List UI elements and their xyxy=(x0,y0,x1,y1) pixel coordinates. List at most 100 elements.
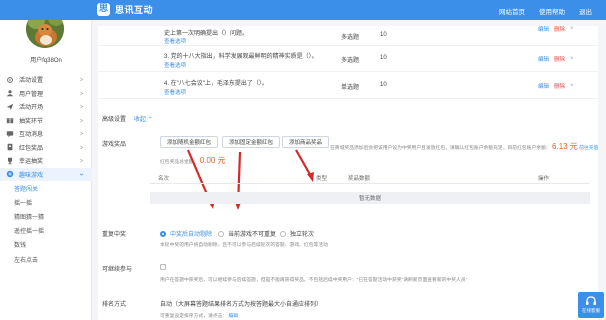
question-type: 多选题 xyxy=(341,35,360,41)
edit-link[interactable]: 编辑 xyxy=(538,82,549,90)
trophy-icon xyxy=(6,157,14,165)
view-options-link[interactable]: 查看选项 xyxy=(164,61,186,69)
sidebar-item-label: 互动消息 xyxy=(19,132,44,139)
view-options-link[interactable]: 查看选项 xyxy=(164,88,186,96)
sidebar-item-label: 抽奖环节 xyxy=(19,118,44,125)
prize-note-text: 在商城奖品添加后会把该用户设为中奖用户且发放红包，请确认红包账户余额充足，目前红… xyxy=(330,146,551,151)
close-icon[interactable]: × xyxy=(570,26,574,32)
question-score: 10 xyxy=(380,32,387,38)
sidebar-item-label: 红包奖品 xyxy=(19,145,44,152)
repeat-note: 本轮中奖的用户将自动剔除，且不可以参与后续轮次的答题、游戏、红包等活动 xyxy=(160,243,328,248)
sidebar-subitem-left-right-click[interactable]: 左右点击 xyxy=(0,252,92,266)
question-ops: 编辑 删除 × xyxy=(538,25,574,33)
add-fixed-redpack-button[interactable]: 添加固定金额红包 xyxy=(222,136,281,148)
question-ops: 编辑 删除 × xyxy=(538,82,574,90)
column-amount: 奖品数额 xyxy=(348,176,371,182)
column-rank: 名次 xyxy=(158,176,170,182)
chat-icon xyxy=(6,130,14,138)
sidebar-item-messages[interactable]: 互动消息 xyxy=(0,127,92,141)
sidebar-subitem-guess-image[interactable]: 猜图猜一猜 xyxy=(0,209,92,223)
sidebar-item-user-management[interactable]: 用户管理 xyxy=(0,87,92,101)
ranking-edit-link[interactable]: 编辑 xyxy=(229,314,239,319)
radio-label: 独立轮次 xyxy=(290,232,315,238)
sidebar-item-activity-settings[interactable]: 活动设置 xyxy=(0,73,92,87)
column-type: 类型 xyxy=(316,176,328,182)
brand-name: 思讯互动 xyxy=(115,5,154,15)
close-icon[interactable]: × xyxy=(570,83,574,89)
prize-label: 游戏奖品 xyxy=(102,142,127,148)
question-text: 4. 在"八七会议"上，毛泽东提出了（）。 xyxy=(164,81,268,87)
gift-icon xyxy=(6,116,14,124)
question-text: 3. 党的十八大指出，科学发展观最鲜明的精神实质是（）。 xyxy=(164,54,318,60)
sidebar-item-label: 幸运抽奖 xyxy=(19,159,44,166)
advanced-settings-label: 高级设置 xyxy=(102,117,127,123)
sidebar-item-lottery[interactable]: 抽奖环节 xyxy=(0,114,92,128)
question-row: 史上第一次明确提出（）问题。 查看选项 多选题 10 编辑 删除 × xyxy=(98,20,598,46)
add-random-redpack-button[interactable]: 添加随机金额红包 xyxy=(160,136,219,148)
close-icon[interactable]: × xyxy=(570,56,574,62)
top-links: 网站首页 使用帮助 退出 xyxy=(499,6,592,16)
chevron-right-icon xyxy=(80,158,83,163)
headset-icon xyxy=(586,296,596,305)
continue-participate-label: 可继续参与 xyxy=(102,267,133,273)
radio-auto-remove[interactable]: 中奖后自动剔除 xyxy=(160,229,212,238)
ranking-note-text: 可重复设定排序方式，请点击： xyxy=(160,314,228,319)
sidebar-subitem-shake[interactable]: 摇一摇 xyxy=(0,195,92,209)
home-link[interactable]: 网站首页 xyxy=(499,6,525,16)
sidebar-item-prizes[interactable]: 红包奖品 xyxy=(0,141,92,155)
question-type: 单选题 xyxy=(341,85,360,91)
sidebar-subitem-count-money[interactable]: 数钱 xyxy=(0,238,92,252)
sidebar-item-label: 活动开场 xyxy=(19,105,44,112)
username: 用户fq38On xyxy=(30,58,62,64)
radio-dot xyxy=(160,230,166,237)
send-icon xyxy=(6,103,14,111)
chevron-right-icon xyxy=(80,131,83,136)
delete-link[interactable]: 删除 xyxy=(554,55,565,63)
radio-independent-round[interactable]: 独立轮次 xyxy=(280,229,314,238)
top-header: 思 思讯互动 网站首页 使用帮助 退出 xyxy=(0,0,606,20)
radio-no-repeat[interactable]: 当前游戏不可重复 xyxy=(218,229,276,238)
sidebar-item-opening[interactable]: 活动开场 xyxy=(0,100,92,114)
repeat-prize-label: 重复中奖 xyxy=(102,232,127,238)
sidebar-subitem-quiz[interactable]: 答题闯关 xyxy=(0,181,92,195)
question-row: 3. 党的十八大指出，科学发展观最鲜明的精神实质是（）。 查看选项 多选题 10… xyxy=(98,46,598,72)
column-actions: 操作 xyxy=(538,176,550,182)
main-panel: 史上第一次明确提出（）问题。 查看选项 多选题 10 编辑 删除 × 3. 党的… xyxy=(98,26,598,320)
view-options-link[interactable]: 查看选项 xyxy=(164,37,186,45)
collapse-label: 收起 xyxy=(134,117,147,123)
logout-link[interactable]: 退出 xyxy=(579,6,592,16)
user-icon xyxy=(6,89,14,97)
ranking-note: 可重复设定排序方式，请点击： 编辑 xyxy=(160,312,238,319)
sidebar-item-lucky-draw[interactable]: 幸运抽奖 xyxy=(0,154,92,168)
delete-link[interactable]: 删除 xyxy=(554,82,565,90)
question-ops: 编辑 删除 × xyxy=(538,55,574,63)
sidebar-item-games[interactable]: 趣味游戏 xyxy=(0,167,92,181)
sidebar-menu: 活动设置 用户管理 活动开场 抽奖环节 互动消息 红包奖品 幸运抽奖 趣味游戏 … xyxy=(0,73,92,266)
prize-table-header: 名次 类型 奖品数额 操作 xyxy=(150,172,590,184)
online-service-button[interactable]: 在线客服 xyxy=(578,292,604,318)
edit-link[interactable]: 编辑 xyxy=(538,25,549,33)
gear-icon xyxy=(6,76,14,84)
chevron-right-icon xyxy=(80,118,83,122)
collapse-toggle[interactable]: 收起 ⌃ xyxy=(134,114,153,123)
sidebar-item-label: 用户管理 xyxy=(19,91,44,98)
sidebar-subitem-remote-shake[interactable]: 遥控摇一摇 xyxy=(0,224,92,238)
chevron-up-icon: ⌃ xyxy=(147,117,153,123)
continue-participate-checkbox[interactable] xyxy=(160,264,166,270)
radio-label: 当前游戏不可重复 xyxy=(228,232,277,238)
recharge-link[interactable]: 前往充值 xyxy=(579,146,598,151)
delete-link[interactable]: 删除 xyxy=(554,25,565,33)
chevron-right-icon xyxy=(80,77,83,82)
redpack-icon xyxy=(6,143,14,151)
add-goods-prize-button[interactable]: 添加商品奖品 xyxy=(282,136,330,148)
ranking-value: 自动（大屏幕答题结果排名方式为按答题最大小自通应排列） xyxy=(160,302,323,308)
question-score: 10 xyxy=(380,55,387,61)
radio-dot xyxy=(280,230,286,237)
prize-note: 在商城奖品添加后会把该用户设为中奖用户且发放红包，请确认红包账户余额充足，目前红… xyxy=(330,141,598,152)
help-link[interactable]: 使用帮助 xyxy=(539,6,565,16)
edit-link[interactable]: 编辑 xyxy=(538,55,549,63)
chevron-right-icon xyxy=(80,145,83,149)
question-score: 10 xyxy=(380,82,387,88)
online-service-label: 在线客服 xyxy=(582,308,600,313)
logo[interactable]: 思 思讯互动 xyxy=(97,3,153,16)
